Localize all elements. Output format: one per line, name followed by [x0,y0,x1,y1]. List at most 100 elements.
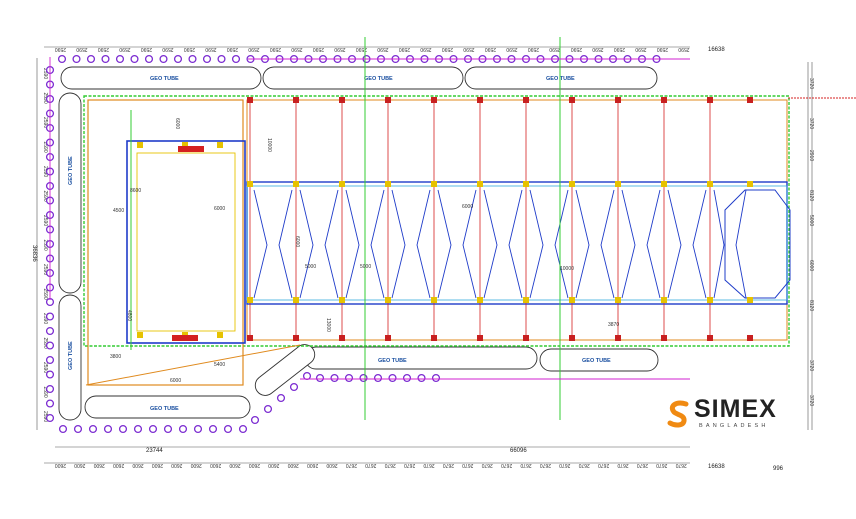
geo-tube-label-1: GEO TUBE [150,76,179,82]
column-marker-12 [385,97,391,103]
site-plan-drawing: 2590 2590 2590 2590 2590 2590 2590 2590 2590 2590… [31,37,856,472]
column-marker-37 [661,181,667,187]
bottom-dim-28: 2670 [598,462,609,468]
pile-marker-87 [344,373,354,383]
pile-marker-6 [144,54,154,64]
column-marker-48 [137,142,143,148]
bottom-dim-3: 2600 [113,462,124,468]
top-dim-20: 2590 [485,46,496,52]
bottom-left-total-dim: 23744 [146,448,163,454]
column-marker-20 [477,97,483,103]
column-marker-17 [431,181,437,187]
column-marker-23 [477,335,483,341]
logo-name: SIMEX [694,395,777,423]
column-marker-6 [293,297,299,303]
column-marker-46 [747,297,753,303]
pile-marker-62 [45,355,55,365]
right-dim-5: 6000 [808,260,814,271]
pile-marker-84 [302,371,312,381]
pile-marker-1 [72,54,81,64]
pile-marker-77 [208,424,218,434]
column-marker-43 [707,335,713,341]
bottom-dim-12: 2600 [287,462,298,468]
top-dim-17: 2590 [420,46,431,52]
top-dim-12: 2590 [313,46,324,52]
bottom-dim-2: 2600 [93,462,104,468]
bottom-dim-11: 2600 [268,462,279,468]
column-marker-1 [247,181,253,187]
pile-marker-4 [115,54,125,64]
interior-dim-9: 3800 [110,354,121,360]
column-marker-50 [217,142,223,148]
pile-marker-79 [238,424,248,434]
column-marker-19 [431,335,437,341]
column-marker-38 [661,297,667,303]
top-dim-5: 2590 [162,46,173,52]
top-dim-9: 2590 [248,46,259,52]
truss-right-8 [646,189,661,299]
pile-marker-92 [417,373,426,383]
bottom-dim-7: 2600 [190,462,201,468]
top-dim-0: 2590 [55,46,66,52]
column-marker-32 [615,97,621,103]
pile-marker-93 [431,373,441,383]
bottom-end-total-dim: 16638 [708,464,725,470]
pile-marker-64 [45,384,55,394]
pile-marker-65 [45,399,55,408]
column-marker-21 [477,181,483,187]
left-total-dim: 36836 [31,245,37,262]
top-dim-3: 2590 [119,46,130,52]
column-marker-13 [385,181,391,187]
bottom-dim-21: 2670 [462,462,473,468]
top-dim-29: 2590 [678,46,689,52]
bottom-right-total-dim: 66096 [510,448,527,454]
truss-left-6 [529,189,544,299]
top-dim-18: 2590 [442,46,453,52]
geo-tube-label-3: GEO TUBE [546,76,575,82]
pile-marker-74 [163,424,173,434]
geo-tube-label-7: GEO TUBE [378,358,407,364]
interior-dim-3: 4500 [113,208,124,214]
column-marker-45 [747,181,753,187]
column-marker-24 [523,97,529,103]
pile-marker-72 [133,424,143,434]
left-dim-12: 2590 [42,362,48,373]
column-marker-14 [385,297,391,303]
column-marker-40 [707,97,713,103]
interior-dim-2: 8600 [130,188,141,194]
bottom-dim-14: 2600 [326,462,337,468]
top-dim-25: 2590 [592,46,603,52]
pile-marker-80 [250,415,260,425]
pile-marker-75 [178,424,188,434]
bottom-dim-24: 2670 [520,462,531,468]
interior-dim-14: 10000 [560,266,574,272]
pile-marker-63 [45,370,55,379]
truss-left-2 [345,189,360,299]
column-marker-15 [385,335,391,341]
column-marker-7 [293,335,299,341]
truss-right-2 [370,189,385,299]
right-dim-8: 3720 [808,395,814,406]
interior-dim-8: 5400 [214,362,225,368]
bottom-dim-6: 2600 [171,462,182,468]
bottom-dim-27: 2670 [578,462,589,468]
top-dim-23: 2590 [549,46,560,52]
bottom-dim-23: 2670 [501,462,512,468]
pile-marker-91 [402,373,412,383]
column-marker-31 [569,335,575,341]
top-dim-21: 2590 [506,46,517,52]
column-marker-27 [523,335,529,341]
column-marker-2 [247,297,253,303]
pile-marker-86 [330,373,339,383]
pile-marker-73 [148,424,158,434]
right-dim-0: 3720 [808,78,814,89]
column-marker-29 [569,181,575,187]
pile-marker-12 [231,54,241,64]
right-dim-2: 2910 [808,150,814,161]
top-total-dim: 16638 [708,47,725,53]
pile-marker-5 [130,54,139,64]
column-marker-11 [339,335,345,341]
column-marker-26 [523,297,529,303]
pile-marker-70 [103,424,113,434]
column-marker-30 [569,297,575,303]
